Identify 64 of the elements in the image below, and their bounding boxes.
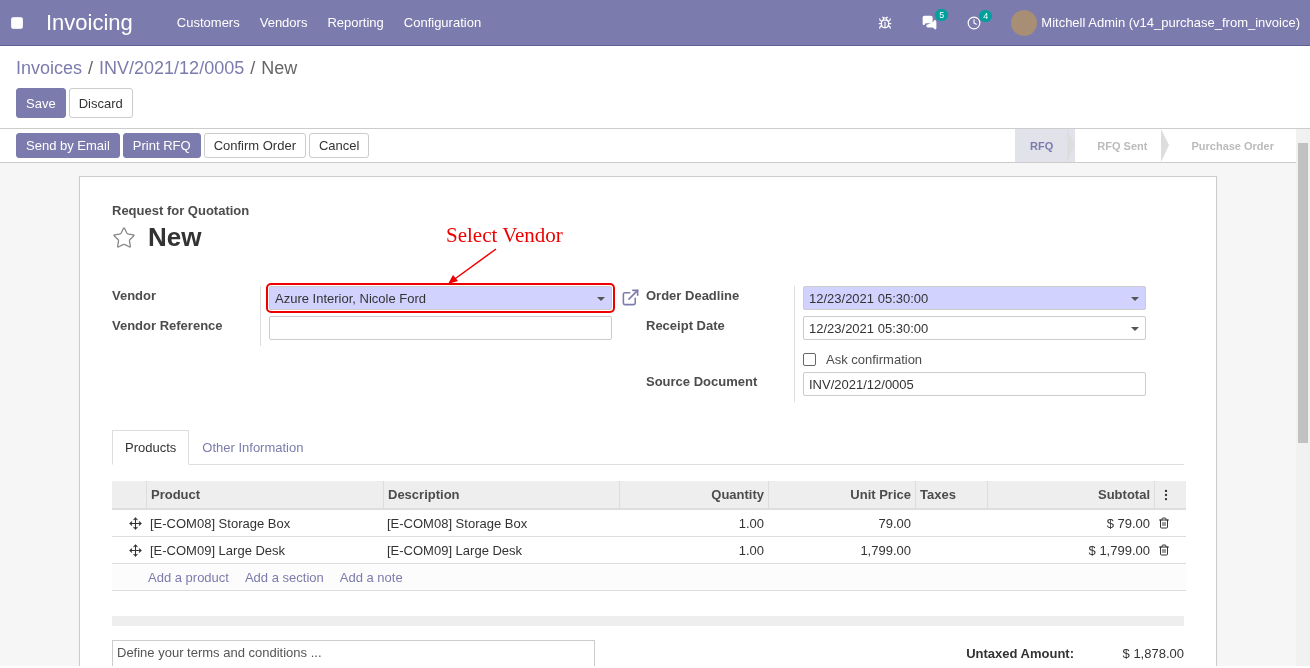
add-line-link[interactable]: Add a note	[339, 569, 403, 585]
checkbox-label: Ask confirmation	[826, 351, 923, 367]
breadcrumb-item[interactable]: Invoices	[16, 58, 83, 79]
input-field[interactable]	[269, 316, 612, 340]
column-header[interactable]: Description	[383, 481, 619, 510]
field-label: Receipt Date	[646, 316, 795, 346]
user-name[interactable]: Mitchell Admin (v14_purchase_from_invoice)	[1041, 15, 1300, 30]
table-cell: $ 79.00	[987, 510, 1154, 537]
header-button[interactable]: Send by Email	[16, 133, 120, 158]
total-value: $ 1,878.00	[1121, 646, 1184, 663]
menu-link[interactable]: Reporting	[327, 15, 384, 30]
handle-column-header	[112, 481, 146, 510]
form-tab[interactable]: Products	[112, 430, 190, 465]
breadcrumb-item: New	[261, 58, 298, 79]
form-subtitle: Request for Quotation	[112, 203, 251, 218]
header-button[interactable]: Confirm Order	[203, 133, 306, 158]
field-label: Order Deadline	[646, 286, 795, 316]
column-header[interactable]: Product	[146, 481, 383, 510]
header-button[interactable]: Cancel	[309, 133, 370, 158]
field-label: Vendor	[112, 286, 261, 316]
clock-icon[interactable]	[967, 15, 982, 30]
header-button[interactable]: Print RFQ	[122, 133, 201, 158]
message-count: 5	[935, 9, 949, 21]
select-field[interactable]: 12/23/2021 05:30:00	[803, 316, 1146, 340]
trash-icon[interactable]	[1158, 544, 1170, 556]
trash-icon[interactable]	[1158, 517, 1170, 529]
action-button[interactable]: Save	[16, 88, 66, 118]
bug-icon[interactable]	[878, 15, 893, 30]
table-cell: [E-COM08] Storage Box	[146, 510, 383, 537]
scrollbar-thumb[interactable]	[1298, 143, 1308, 443]
menu-link[interactable]: Customers	[176, 15, 240, 30]
app-name: Invoicing	[46, 9, 133, 36]
add-line-link[interactable]: Add a section	[244, 569, 324, 585]
table-cell: 1.00	[619, 510, 768, 537]
table-cell: [E-COM08] Storage Box	[383, 510, 619, 537]
annotation-text: Select Vendor	[446, 223, 563, 248]
checkbox[interactable]	[803, 352, 816, 366]
column-header[interactable]: Taxes	[915, 481, 987, 510]
record-title: New	[148, 222, 202, 253]
column-header[interactable]: Subtotal	[987, 481, 1154, 510]
terms-field[interactable]: Define your terms and conditions ...	[112, 640, 595, 666]
form-tab[interactable]: Other Information	[189, 430, 317, 465]
status-stage[interactable]: RFQ	[1015, 129, 1076, 162]
activity-count: 4	[979, 9, 993, 22]
add-line-link[interactable]: Add a product	[148, 569, 229, 585]
field-label: Vendor Reference	[112, 316, 261, 346]
menu-link[interactable]: Configuration	[403, 15, 482, 30]
select-field[interactable]: Azure Interior, Nicole Ford	[269, 286, 612, 310]
column-header[interactable]: Quantity	[619, 481, 768, 510]
breadcrumb-item[interactable]: INV/2021/12/0005	[99, 58, 245, 79]
chat-icon[interactable]	[922, 15, 938, 30]
drag-handle-icon[interactable]	[129, 516, 142, 530]
column-header[interactable]: Unit Price	[768, 481, 915, 510]
action-button[interactable]: Discard	[68, 88, 133, 118]
menu-link[interactable]: Vendors	[259, 15, 308, 30]
input-field[interactable]: INV/2021/12/0005	[803, 372, 1146, 396]
field-label: Source Document	[646, 372, 795, 402]
select-field[interactable]: 12/23/2021 05:30:00	[803, 286, 1146, 310]
breadcrumb-separator: /	[88, 58, 94, 79]
breadcrumb-separator: /	[250, 58, 256, 79]
total-label: Untaxed Amount:	[966, 646, 1074, 663]
star-icon[interactable]	[112, 225, 136, 250]
table-cell: 79.00	[768, 510, 915, 537]
drag-handle-icon[interactable]	[129, 543, 142, 557]
